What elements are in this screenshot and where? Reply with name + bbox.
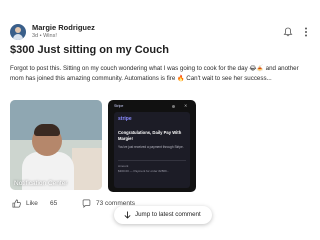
post-body-line1: Forgot to post this. Sitting on my couch… <box>10 65 248 72</box>
jump-button-label: Jump to latest comment <box>135 211 201 218</box>
stripe-amount: Amount $300.00 — Payment for order #2869… <box>118 164 186 174</box>
post-title: $300 Just sitting on my Couch <box>10 44 169 56</box>
author-name[interactable]: Margie Rodriguez <box>32 23 95 32</box>
post-body-line1-end: and <box>265 65 276 72</box>
stripe-amount-value: $300.00 — Payment for order #2869... <box>118 169 170 173</box>
post-body: Forgot to post this. Sitting on my couch… <box>10 64 310 84</box>
thumbs-up-icon[interactable] <box>12 199 21 208</box>
bell-icon[interactable] <box>283 27 293 37</box>
photo-caption: Notification Center <box>14 180 68 187</box>
post-image-screenshot[interactable]: Stripe ✕ stripe Congratulations, Daily P… <box>108 100 196 192</box>
post-body-line3: success... <box>244 75 272 82</box>
post-body-line2-end: Can't wait to see her <box>186 75 243 82</box>
jump-to-latest-comment-button[interactable]: Jump to latest comment <box>114 206 212 224</box>
like-button[interactable]: Like <box>26 200 38 207</box>
stripe-headline: Congratulations, Daily Pay With Margie! <box>118 130 182 141</box>
phone-notification-bar: Stripe ✕ <box>114 103 190 110</box>
close-icon: ✕ <box>184 103 188 108</box>
post-body-emoji1: 😂🍝 <box>249 66 264 72</box>
post-meta: 3d • Wins! <box>32 33 57 39</box>
post-image-photo[interactable]: Notification Center <box>10 100 102 190</box>
arrow-down-icon <box>124 211 131 219</box>
stripe-logo: stripe <box>118 116 132 122</box>
more-vertical-icon[interactable] <box>303 26 309 38</box>
author-avatar[interactable] <box>10 24 26 40</box>
topbar-tag: Stripe <box>114 104 124 108</box>
stripe-subtext: You've just received a payment through S… <box>118 145 184 149</box>
post-body-emoji2: 🔥 <box>177 76 185 82</box>
like-count: 65 <box>50 200 58 207</box>
stripe-email-card: stripe Congratulations, Daily Pay With M… <box>114 112 190 188</box>
comment-icon[interactable] <box>82 199 91 208</box>
